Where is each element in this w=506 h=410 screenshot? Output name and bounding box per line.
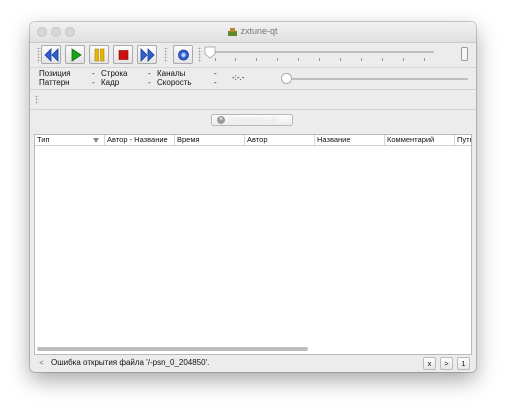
position-value: - — [92, 69, 95, 78]
line-value: - — [148, 69, 151, 78]
pause-icon — [94, 48, 105, 62]
seek-tick — [382, 58, 383, 61]
stop-icon — [118, 50, 129, 60]
seek-tick — [256, 58, 257, 61]
play-button[interactable] — [65, 45, 85, 64]
seek-slider-handle[interactable] — [204, 46, 216, 59]
volume-slider-handle[interactable] — [281, 73, 292, 84]
column-header-author[interactable]: Автор — [245, 135, 315, 145]
rewind-icon — [44, 48, 59, 62]
channels-value: - — [214, 69, 217, 78]
time-display: -:-.- — [232, 73, 245, 82]
playlist-table[interactable]: Тип Автор - Название Время Автор Названи… — [34, 134, 472, 355]
pattern-value: - — [92, 78, 95, 87]
cycle-icon — [178, 49, 189, 61]
status-prev-button[interactable]: < — [35, 357, 48, 370]
seek-tick — [361, 58, 362, 61]
volume-control[interactable] — [461, 47, 468, 61]
separator — [30, 109, 476, 110]
status-count[interactable]: 1 — [457, 357, 470, 370]
pattern-label: Паттерн — [39, 78, 70, 87]
previous-button[interactable] — [41, 45, 61, 64]
column-header-title[interactable]: Название — [315, 135, 385, 145]
toolbar-grip-2[interactable] — [164, 47, 168, 63]
line-label: Строка — [101, 69, 128, 78]
pause-button[interactable] — [89, 45, 109, 64]
column-header-path[interactable]: Путь — [455, 135, 471, 145]
seek-slider-track[interactable] — [206, 51, 434, 53]
seek-tick — [235, 58, 236, 61]
status-message: Ошибка открытия файла '/-psn_0_204850'. — [51, 358, 210, 367]
frame-value: - — [148, 78, 151, 87]
channels-label: Каналы — [157, 69, 186, 78]
frame-label: Кадр — [101, 78, 120, 87]
close-playlist-icon[interactable]: × — [217, 116, 225, 124]
position-label: Позиция — [39, 69, 71, 78]
speed-label: Скорость — [157, 78, 192, 87]
column-header-comment[interactable]: Комментарий — [385, 135, 455, 145]
volume-slider-track[interactable] — [284, 78, 468, 80]
loop-mode-button[interactable] — [173, 45, 193, 64]
next-button[interactable] — [137, 45, 157, 64]
status-close-button[interactable]: x — [423, 357, 436, 370]
app-logo-icon — [228, 28, 238, 37]
stop-button[interactable] — [113, 45, 133, 64]
toolbar-grip-3[interactable] — [198, 47, 202, 63]
toolbar-grip-4[interactable] — [35, 95, 39, 105]
column-header-author-title[interactable]: Автор - Название — [105, 135, 175, 145]
playlist-tab-button[interactable]: × Безымянный — [211, 114, 293, 126]
seek-tick — [298, 58, 299, 61]
fast-forward-icon — [140, 48, 155, 62]
column-header-type[interactable]: Тип — [35, 135, 105, 145]
window-title: zxtune-qt — [240, 26, 278, 36]
status-next-button[interactable]: > — [440, 357, 453, 370]
column-header-time[interactable]: Время — [175, 135, 245, 145]
module-info-panel: Позиция - Паттерн - Строка - Кадр - Кана… — [30, 67, 476, 90]
seek-tick — [424, 58, 425, 61]
playback-toolbar — [30, 43, 476, 67]
horizontal-scrollbar[interactable] — [37, 347, 308, 351]
table-header: Тип Автор - Название Время Автор Названи… — [35, 135, 471, 146]
seek-tick — [277, 58, 278, 61]
sort-down-icon — [93, 138, 99, 143]
playlist-tab-label: Безымянный — [229, 115, 277, 124]
seek-tick — [403, 58, 404, 61]
speed-value: - — [214, 78, 217, 87]
seek-tick — [340, 58, 341, 61]
app-window: zxtune-qt Позиция - Паттерн - Строка - К… — [30, 22, 476, 372]
play-icon — [71, 48, 82, 62]
separator — [30, 89, 476, 90]
seek-tick — [319, 58, 320, 61]
title-bar: zxtune-qt — [30, 22, 476, 43]
status-bar: < Ошибка открытия файла '/-psn_0_204850'… — [30, 355, 476, 372]
window-title-area: zxtune-qt — [30, 26, 476, 37]
